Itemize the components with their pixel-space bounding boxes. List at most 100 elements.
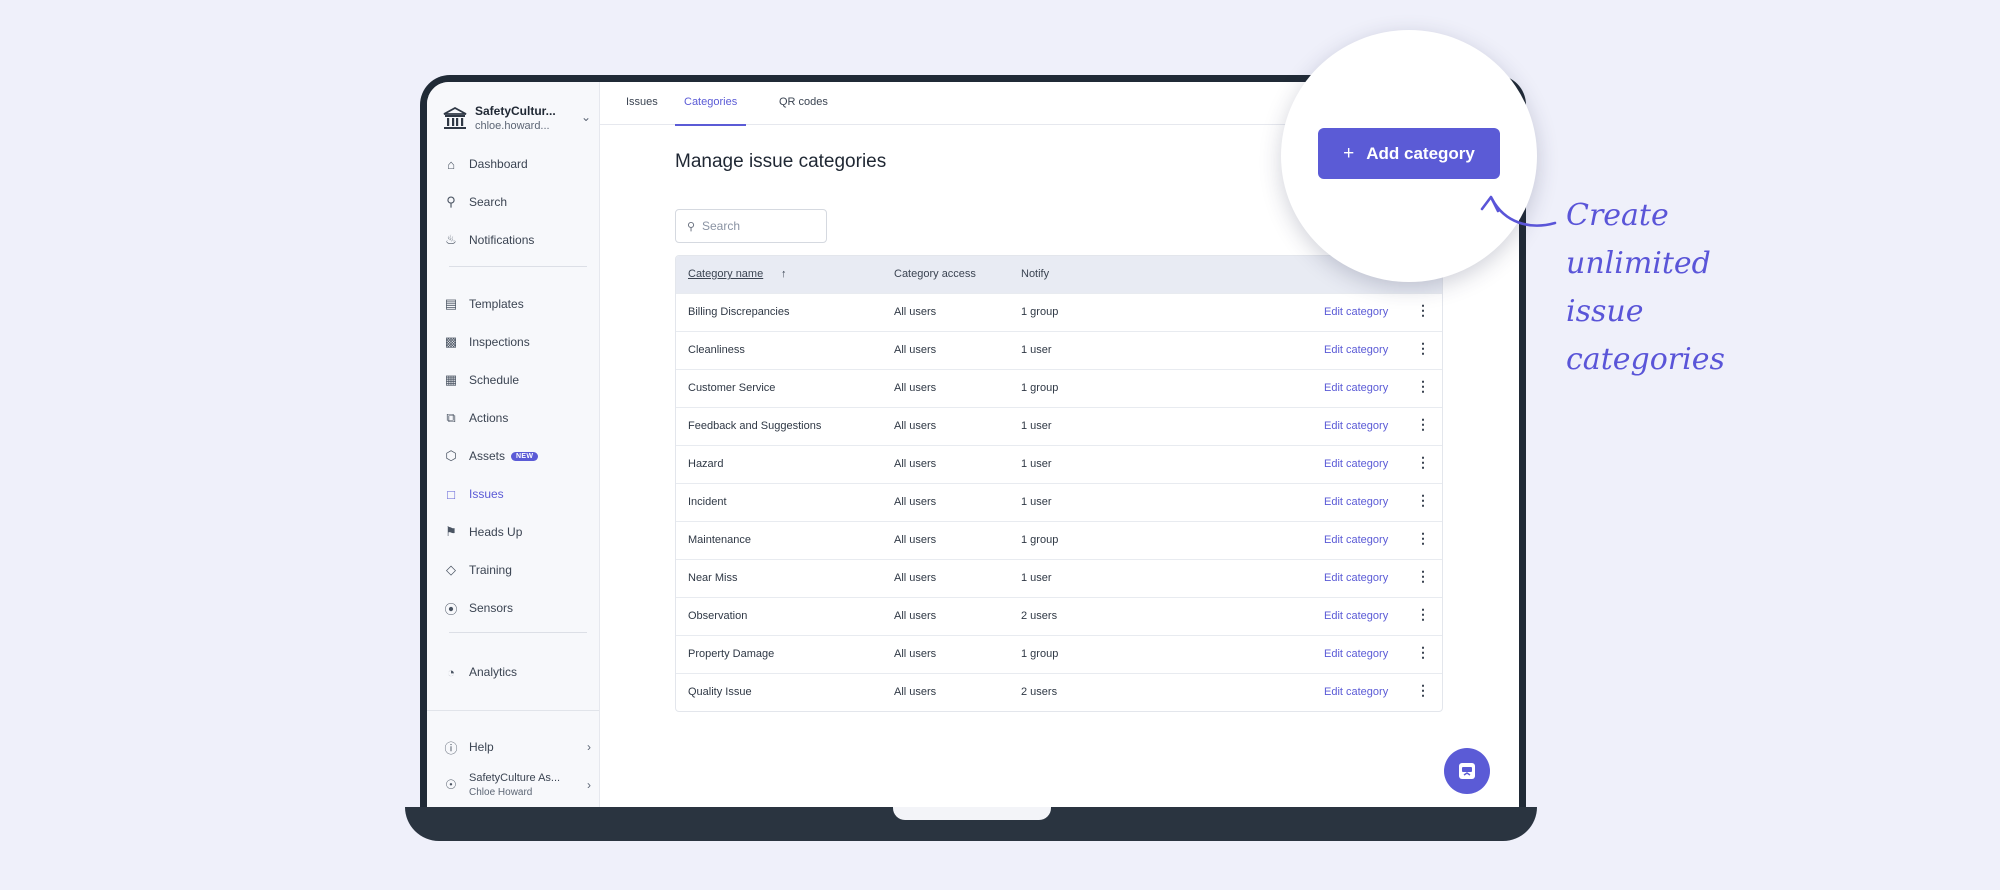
- sensor-icon: ⦿: [444, 601, 458, 617]
- cell-notify: 1 group: [1021, 382, 1059, 394]
- search-input[interactable]: ⚲ Search: [675, 209, 827, 243]
- column-header-category-access: Category access: [894, 268, 976, 280]
- table-row: Maintenance All users 1 group Edit category…: [676, 521, 1442, 559]
- sidebar-item-notifications[interactable]: ♨ Notifications: [441, 228, 591, 252]
- edit-category-link[interactable]: Edit category: [1324, 648, 1388, 660]
- search-placeholder: Search: [702, 219, 741, 233]
- table-row: Property Damage All users 1 group Edit cate…: [676, 635, 1442, 673]
- actions-icon: ⧉: [446, 410, 456, 425]
- new-badge: NEW: [511, 451, 539, 461]
- sidebar-item-assets[interactable]: ⬡ Assets NEW: [441, 444, 591, 468]
- help-icon: ⓘ: [444, 740, 458, 756]
- more-options-icon[interactable]: ⋮: [1416, 341, 1430, 355]
- sidebar-footer-divider: [427, 710, 599, 711]
- sort-arrow-icon[interactable]: ↑: [781, 268, 787, 280]
- table-header: Category name ↑ Category access Notify: [676, 256, 1442, 293]
- cell-category-name: Billing Discrepancies: [688, 306, 790, 318]
- table-row: Quality Issue All users 2 users Edit catego…: [676, 673, 1442, 711]
- edit-category-link[interactable]: Edit category: [1324, 572, 1388, 584]
- cell-category-name: Incident: [688, 496, 727, 508]
- tab-qr-codes[interactable]: QR codes: [779, 96, 828, 124]
- more-options-icon[interactable]: ⋮: [1416, 455, 1430, 469]
- bell-icon: ♨: [445, 232, 457, 247]
- table-row: Cleanliness All users 1 user Edit category ⋮: [676, 331, 1442, 369]
- edit-category-link[interactable]: Edit category: [1324, 610, 1388, 622]
- sidebar-item-issues[interactable]: □ Issues: [441, 482, 591, 506]
- chevron-right-icon: ›: [587, 740, 591, 754]
- chat-icon: [1459, 763, 1475, 779]
- column-header-notify: Notify: [1021, 268, 1050, 280]
- more-options-icon[interactable]: ⋮: [1416, 569, 1430, 583]
- table-row: Observation All users 2 users Edit category…: [676, 597, 1442, 635]
- more-options-icon[interactable]: ⋮: [1416, 417, 1430, 431]
- table-row: Billing Discrepancies All users 1 group Edi…: [676, 293, 1442, 331]
- cell-category-name: Maintenance: [688, 534, 751, 546]
- cube-icon: ⬡: [445, 448, 457, 463]
- sidebar-item-label: Templates: [469, 297, 524, 311]
- sidebar-item-training[interactable]: ◇ Training: [441, 558, 591, 582]
- add-category-button[interactable]: + Add category: [1318, 128, 1500, 179]
- sidebar-item-actions[interactable]: ⧉ Actions: [441, 406, 591, 430]
- table-row: Customer Service All users 1 group Edit cat…: [676, 369, 1442, 407]
- calendar-icon: ▦: [444, 372, 458, 387]
- org-user: chloe.howard...: [475, 120, 550, 132]
- more-options-icon[interactable]: ⋮: [1416, 531, 1430, 545]
- sidebar-item-inspections[interactable]: ▩ Inspections: [441, 330, 591, 354]
- more-options-icon[interactable]: ⋮: [1416, 493, 1430, 507]
- edit-category-link[interactable]: Edit category: [1324, 344, 1388, 356]
- cell-category-name: Property Damage: [688, 648, 775, 660]
- cell-category-access: All users: [894, 496, 937, 508]
- laptop-notch: [893, 807, 1051, 820]
- sidebar-item-sensors[interactable]: ⦿ Sensors: [441, 596, 591, 620]
- sidebar-item-account[interactable]: ☉ SafetyCulture As... Chloe Howard ›: [441, 768, 591, 802]
- edit-category-link[interactable]: Edit category: [1324, 306, 1388, 318]
- sidebar-item-dashboard[interactable]: ⌂ Dashboard: [441, 152, 591, 176]
- edit-category-link[interactable]: Edit category: [1324, 496, 1388, 508]
- more-options-icon[interactable]: ⋮: [1416, 645, 1430, 659]
- cell-notify: 1 group: [1021, 306, 1059, 318]
- edit-category-link[interactable]: Edit category: [1324, 420, 1388, 432]
- cell-notify: 1 user: [1021, 496, 1052, 508]
- cell-category-access: All users: [894, 382, 937, 394]
- megaphone-icon: ⚑: [445, 524, 457, 539]
- edit-category-link[interactable]: Edit category: [1324, 458, 1388, 470]
- account-info: SafetyCulture As... Chloe Howard: [469, 771, 560, 799]
- sidebar-item-label: Sensors: [469, 601, 514, 615]
- sidebar-item-label: Help: [469, 740, 494, 754]
- sidebar-item-help[interactable]: ⓘ Help ›: [441, 735, 591, 759]
- org-switcher[interactable]: SafetyCultur... chloe.howard... ⌄: [441, 102, 591, 136]
- cell-category-access: All users: [894, 648, 937, 660]
- more-options-icon[interactable]: ⋮: [1416, 607, 1430, 621]
- sidebar-item-heads-up[interactable]: ⚑ Heads Up: [441, 520, 591, 544]
- template-icon: ▤: [444, 296, 458, 311]
- annotation-arrow-icon: [1480, 195, 1557, 227]
- tab-issues[interactable]: Issues: [626, 96, 658, 124]
- search-icon: ⚲: [686, 220, 696, 233]
- table-row: Incident All users 1 user Edit category ⋮: [676, 483, 1442, 521]
- page-title: Manage issue categories: [675, 151, 887, 172]
- plus-icon: +: [1343, 142, 1355, 164]
- sidebar-item-label: Notifications: [469, 233, 535, 247]
- edit-category-link[interactable]: Edit category: [1324, 686, 1388, 698]
- sidebar-divider: [449, 266, 587, 267]
- cell-category-access: All users: [894, 610, 937, 622]
- annotation-line-2: issue categories: [1566, 294, 1725, 377]
- more-options-icon[interactable]: ⋮: [1416, 683, 1430, 697]
- sidebar-item-analytics[interactable]: ◔ Analytics: [441, 660, 591, 684]
- sidebar-item-templates[interactable]: ▤ Templates: [441, 292, 591, 316]
- more-options-icon[interactable]: ⋮: [1416, 379, 1430, 393]
- edit-category-link[interactable]: Edit category: [1324, 534, 1388, 546]
- sidebar: SafetyCultur... chloe.howard... ⌄ ⌂ Dash…: [427, 82, 600, 807]
- more-options-icon[interactable]: ⋮: [1416, 303, 1430, 317]
- chat-button[interactable]: [1444, 748, 1490, 794]
- sidebar-item-label: Inspections: [469, 335, 530, 349]
- cell-category-access: All users: [894, 344, 937, 356]
- tab-categories[interactable]: Categories: [675, 96, 747, 126]
- table-row: Feedback and Suggestions All users 1 user E…: [676, 407, 1442, 445]
- edit-category-link[interactable]: Edit category: [1324, 382, 1388, 394]
- sidebar-divider: [449, 632, 587, 633]
- sidebar-item-search[interactable]: ⚲ Search: [441, 190, 591, 214]
- column-header-category-name[interactable]: Category name: [688, 268, 763, 280]
- sidebar-item-schedule[interactable]: ▦ Schedule: [441, 368, 591, 392]
- sidebar-item-label: Dashboard: [469, 157, 528, 171]
